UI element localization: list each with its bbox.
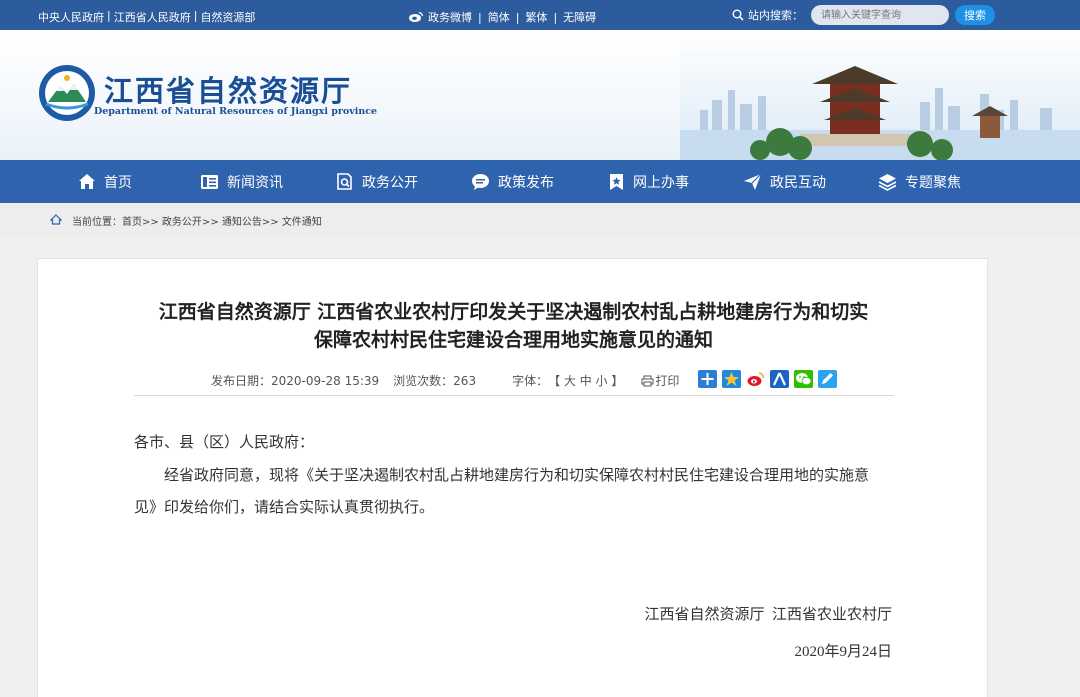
site-subtitle: Department of Natural Resources of Jiang… — [94, 106, 378, 117]
separator: | — [515, 10, 520, 24]
traditional-toggle[interactable]: 繁体 — [525, 9, 547, 25]
search-icon — [732, 9, 744, 21]
separator: | — [107, 9, 111, 22]
share-more-icon[interactable] — [698, 370, 717, 388]
link-central-gov[interactable]: 中央人民政府 — [38, 9, 104, 25]
chat-icon — [472, 173, 489, 190]
nav-label: 专题聚焦 — [905, 174, 961, 191]
share-weibo-icon[interactable] — [746, 370, 765, 388]
views-count: 263 — [453, 373, 477, 388]
article-title-line1: 江西省自然资源厅 江西省农业农村厅印发关于坚决遏制农村乱占耕地建房行为和切实 — [158, 301, 869, 323]
nav-label: 新闻资讯 — [227, 174, 283, 191]
breadcrumb: 当前位置：首页>> 政务公开>> 通知公告>> 文件通知 — [0, 203, 1080, 236]
top-bar: 中央人民政府 | 江西省人民政府 | 自然资源部 政务微博 | 简体 | 繁体 … — [0, 0, 1080, 30]
weibo-icon — [409, 11, 424, 22]
font-label: 字体： — [512, 374, 549, 388]
article-meta: 发布日期： 2020-09-28 15:39 浏览次数： 263 字体： 【 大… — [211, 372, 679, 389]
site-search: 站内搜索： 搜索 — [732, 5, 995, 25]
home-icon — [79, 174, 95, 189]
article-paragraph-line1: 经省政府同意，现将《关于坚决遏制农村乱占耕地建房行为和切实保障农村村民住宅建设合… — [164, 468, 870, 484]
meta-divider — [134, 395, 894, 396]
send-icon — [744, 173, 762, 190]
nav-label: 网上办事 — [633, 174, 689, 191]
article-paragraph-line2: 见》印发给你们，请结合实际认真贯彻执行。 — [134, 500, 435, 516]
site-tools: 政务微博 | 简体 | 繁体 | 无障碍 — [408, 9, 596, 25]
nav-item-online-services[interactable]: 网上办事 — [608, 160, 689, 203]
nav-label: 首页 — [104, 174, 132, 191]
article-greeting: 各市、县（区）人民政府： — [134, 435, 315, 451]
link-jiangxi-gov[interactable]: 江西省人民政府 — [114, 9, 191, 25]
views-label: 浏览次数： — [393, 374, 454, 388]
breadcrumb-text[interactable]: 当前位置：首页>> 政务公开>> 通知公告>> 文件通知 — [72, 213, 322, 228]
share-qzone-icon[interactable] — [722, 370, 741, 388]
nav-item-gov-affairs[interactable]: 政务公开 — [336, 160, 418, 203]
search-input[interactable] — [811, 5, 949, 25]
external-links: 中央人民政府 | 江西省人民政府 | 自然资源部 — [38, 9, 255, 25]
nav-item-interaction[interactable]: 政民互动 — [743, 160, 826, 203]
share-renren-icon[interactable] — [770, 370, 789, 388]
article-date: 2020年9月24日 — [794, 644, 892, 660]
nav-item-special-topics[interactable]: 专题聚焦 — [878, 160, 961, 203]
share-bar — [698, 370, 837, 388]
link-mnr[interactable]: 自然资源部 — [200, 9, 255, 25]
nav-label: 政民互动 — [770, 174, 826, 191]
layers-icon — [878, 173, 897, 191]
separator: | — [553, 10, 558, 24]
news-icon — [201, 174, 218, 189]
separator: | — [478, 10, 482, 24]
simplified-toggle[interactable]: 简体 — [488, 9, 510, 25]
weibo-link[interactable]: 政务微博 — [428, 9, 472, 25]
publish-date: 2020-09-28 15:39 — [271, 373, 380, 388]
share-wechat-icon[interactable] — [794, 370, 813, 388]
search-label: 站内搜索： — [748, 9, 803, 22]
font-size-switcher[interactable]: 【 大 中 小 】 — [548, 372, 623, 389]
bookmark-icon — [610, 173, 623, 190]
site-title[interactable]: 江西省自然资源厅 — [104, 68, 352, 110]
document-search-icon — [337, 172, 352, 190]
main-nav: 首页 新闻资讯 政务公开 政策发布 网上办事 政民互动 专题聚焦 — [0, 160, 1080, 203]
location-home-icon — [50, 214, 62, 225]
separator: | — [193, 9, 198, 22]
print-button[interactable]: 打印 — [655, 372, 679, 389]
nav-item-news[interactable]: 新闻资讯 — [200, 160, 283, 203]
article-signature: 江西省自然资源厅 江西省农业农村厅 — [644, 607, 892, 623]
publish-label: 发布日期： — [211, 374, 272, 388]
share-edit-icon[interactable] — [818, 370, 837, 388]
accessibility-link[interactable]: 无障碍 — [563, 9, 596, 25]
nav-item-policy[interactable]: 政策发布 — [471, 160, 554, 203]
article-card: 江西省自然资源厅 江西省农业农村厅印发关于坚决遏制农村乱占耕地建房行为和切实 保… — [37, 258, 988, 697]
department-emblem-icon[interactable] — [38, 64, 96, 122]
nav-label: 政务公开 — [362, 174, 418, 191]
tengwang-pavilion-illustration — [680, 30, 1080, 160]
search-button[interactable]: 搜索 — [955, 5, 995, 25]
article-title-line2: 保障农村村民住宅建设合理用地实施意见的通知 — [313, 329, 713, 351]
nav-label: 政策发布 — [498, 174, 554, 191]
print-icon[interactable] — [641, 375, 654, 387]
site-banner: 江西省自然资源厅 Department of Natural Resources… — [0, 30, 1080, 160]
nav-item-home[interactable]: 首页 — [78, 160, 132, 203]
